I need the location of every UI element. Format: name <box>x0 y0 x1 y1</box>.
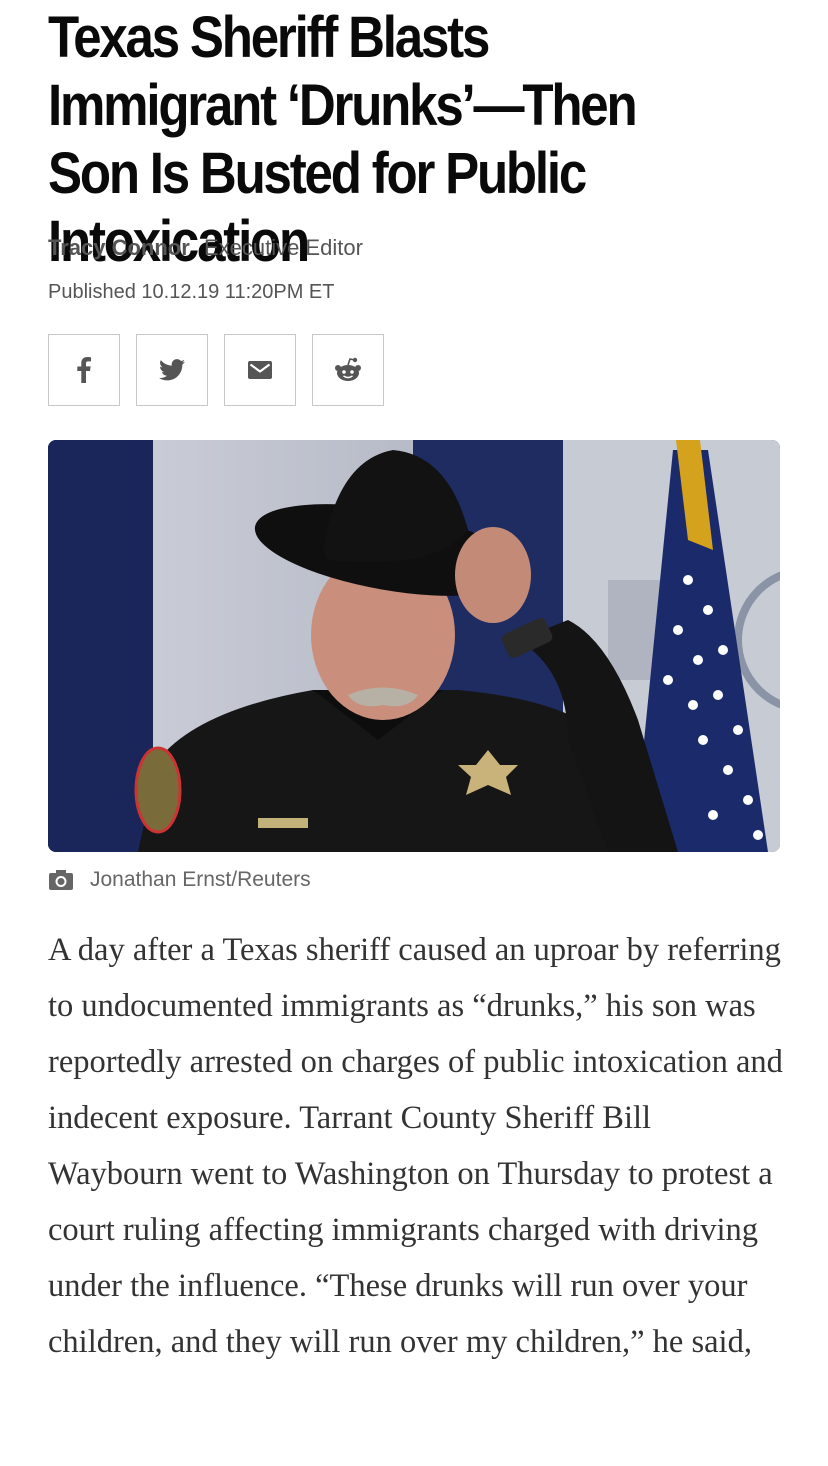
article-page: Texas Sheriff Blasts Immigrant ‘Drunks’—… <box>0 0 828 1466</box>
share-twitter-button[interactable] <box>136 334 208 406</box>
publish-date: Published 10.12.19 11:20PM ET <box>48 281 335 303</box>
email-icon <box>248 361 272 379</box>
byline: Tracy Connor Executive Editor <box>48 235 363 261</box>
facebook-icon <box>77 357 91 383</box>
reddit-icon <box>335 357 361 381</box>
author-name[interactable]: Tracy Connor <box>48 235 190 260</box>
article-body: A day after a Texas sheriff caused an up… <box>48 932 783 1360</box>
share-bar <box>48 334 384 406</box>
share-email-button[interactable] <box>224 334 296 406</box>
sheriff-photo <box>48 440 780 852</box>
twitter-icon <box>159 359 185 381</box>
photo-credit: Jonathan Ernst/Reuters <box>48 868 311 892</box>
share-reddit-button[interactable] <box>312 334 384 406</box>
author-role: Executive Editor <box>203 235 363 260</box>
share-facebook-button[interactable] <box>48 334 120 406</box>
hero-image <box>48 440 780 852</box>
camera-icon <box>49 870 73 890</box>
photo-credit-text: Jonathan Ernst/Reuters <box>90 868 311 891</box>
